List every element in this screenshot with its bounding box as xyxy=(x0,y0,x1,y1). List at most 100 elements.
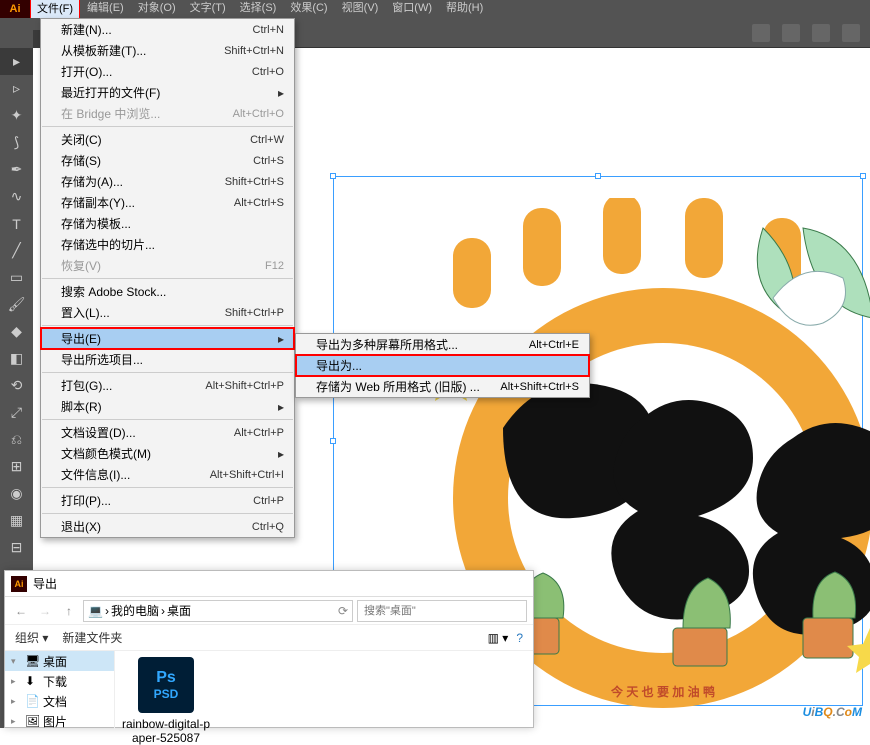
free-transform-tool[interactable]: ⊞ xyxy=(0,453,33,480)
menu-item[interactable]: 存储为(A)...Shift+Ctrl+S xyxy=(41,171,294,192)
psd-file-icon: Ps PSD xyxy=(138,657,194,713)
selection-handle[interactable] xyxy=(595,173,601,179)
tree-item[interactable]: ▸⬇下载 xyxy=(5,671,114,691)
menu-item[interactable]: 存储为模板... xyxy=(41,213,294,234)
menu-item[interactable]: 打开(O)...Ctrl+O xyxy=(41,61,294,82)
menubar-item[interactable]: 文字(T) xyxy=(183,0,233,19)
organize-button[interactable]: 组织 ▾ xyxy=(15,629,48,646)
rectangle-tool[interactable]: ▭ xyxy=(0,264,33,291)
selection-tool[interactable]: ▸ xyxy=(0,48,33,75)
menu-item[interactable]: 最近打开的文件(F)▸ xyxy=(41,82,294,103)
rotate-tool[interactable]: ⟲ xyxy=(0,372,33,399)
menu-item[interactable]: 文档颜色模式(M)▸ xyxy=(41,443,294,464)
path-current[interactable]: 桌面 xyxy=(167,602,191,619)
dialog-search-input[interactable] xyxy=(357,600,527,622)
refresh-icon[interactable]: ⟳ xyxy=(338,604,348,618)
selection-handle[interactable] xyxy=(330,438,336,444)
menu-separator xyxy=(42,126,293,127)
shaper-tool[interactable]: ◆ xyxy=(0,318,33,345)
menu-item[interactable]: 存储副本(Y)...Alt+Ctrl+S xyxy=(41,192,294,213)
computer-icon: 💻 xyxy=(88,604,103,618)
artwork-bottom-text: 今 天 也 要 加 油 鸭 xyxy=(610,684,715,699)
menu-item[interactable]: 打包(G)...Alt+Shift+Ctrl+P xyxy=(41,375,294,396)
menu-item[interactable]: 搜索 Adobe Stock... xyxy=(41,281,294,302)
search-icon[interactable] xyxy=(842,24,860,42)
address-bar[interactable]: 💻 › 我的电脑 › 桌面 ⟳ xyxy=(83,600,353,622)
new-folder-button[interactable]: 新建文件夹 xyxy=(62,629,122,646)
type-tool[interactable]: T xyxy=(0,210,33,237)
help-icon[interactable]: ? xyxy=(516,631,523,645)
menu-item[interactable]: 文件信息(I)...Alt+Shift+Ctrl+I xyxy=(41,464,294,485)
tree-item[interactable]: ▸🖼图片 xyxy=(5,711,114,729)
menu-item-label: 导出(E) xyxy=(61,330,101,347)
mesh-tool[interactable]: ⊟ xyxy=(0,534,33,561)
menu-item[interactable]: 导出(E)▸ xyxy=(41,328,294,349)
tree-expand-icon[interactable]: ▾ xyxy=(11,656,21,667)
line-tool[interactable]: ╱ xyxy=(0,237,33,264)
menu-item[interactable]: 退出(X)Ctrl+Q xyxy=(41,516,294,537)
menu-separator xyxy=(42,278,293,279)
submenu-item[interactable]: 存储为 Web 所用格式 (旧版) ...Alt+Shift+Ctrl+S xyxy=(296,376,589,397)
direct-selection-tool[interactable]: ▹ xyxy=(0,75,33,102)
bridge-icon[interactable] xyxy=(752,24,770,42)
export-submenu: 导出为多种屏幕所用格式...Alt+Ctrl+E导出为...存储为 Web 所用… xyxy=(295,333,590,398)
selection-handle[interactable] xyxy=(860,173,866,179)
menubar-item[interactable]: 对象(O) xyxy=(131,0,183,19)
dialog-titlebar: Ai 导出 xyxy=(5,571,533,597)
menu-item[interactable]: 关闭(C)Ctrl+W xyxy=(41,129,294,150)
menu-shortcut: Shift+Ctrl+P xyxy=(225,307,284,319)
submenu-arrow-icon: ▸ xyxy=(278,447,284,461)
stock-icon[interactable] xyxy=(782,24,800,42)
tree-item[interactable]: ▾🖥桌面 xyxy=(5,651,114,671)
menubar-item[interactable]: 选择(S) xyxy=(233,0,284,19)
menu-shortcut: F12 xyxy=(265,260,284,272)
menubar-item[interactable]: 帮助(H) xyxy=(439,0,490,19)
menubar-item[interactable]: 效果(C) xyxy=(283,0,334,19)
menu-item[interactable]: 置入(L)...Shift+Ctrl+P xyxy=(41,302,294,323)
lasso-tool[interactable]: ⟆ xyxy=(0,129,33,156)
menu-item[interactable]: 存储选中的切片... xyxy=(41,234,294,255)
scale-tool[interactable]: ⤢ xyxy=(0,399,33,426)
file-pane[interactable]: Ps PSD rainbow-digital-paper-525087 xyxy=(115,651,533,729)
tree-item[interactable]: ▸📄文档 xyxy=(5,691,114,711)
submenu-item-label: 存储为 Web 所用格式 (旧版) ... xyxy=(316,378,480,395)
tree-expand-icon[interactable]: ▸ xyxy=(11,716,21,727)
menu-shortcut: Shift+Ctrl+N xyxy=(224,45,284,57)
menubar-item[interactable]: 窗口(W) xyxy=(385,0,439,19)
path-root[interactable]: 我的电脑 xyxy=(111,602,159,619)
menu-item[interactable]: 从模板新建(T)...Shift+Ctrl+N xyxy=(41,40,294,61)
nav-forward-button[interactable]: → xyxy=(35,601,55,621)
magic-wand-tool[interactable]: ✦ xyxy=(0,102,33,129)
menu-item-label: 脚本(R) xyxy=(61,398,102,415)
menu-item[interactable]: 导出所选项目... xyxy=(41,349,294,370)
submenu-arrow-icon: ▸ xyxy=(278,400,284,414)
menu-item[interactable]: 脚本(R) ▸ xyxy=(41,396,294,417)
path-sep-icon: › xyxy=(161,604,165,618)
view-options-button[interactable]: ▥ ▾ xyxy=(488,631,509,645)
menu-item[interactable]: 打印(P)...Ctrl+P xyxy=(41,490,294,511)
tree-expand-icon[interactable]: ▸ xyxy=(11,696,21,707)
menubar-item[interactable]: 编辑(E) xyxy=(80,0,131,19)
menu-item[interactable]: 存储(S)Ctrl+S xyxy=(41,150,294,171)
file-item[interactable]: Ps PSD rainbow-digital-paper-525087 xyxy=(121,657,211,723)
menu-item-label: 在 Bridge 中浏览... xyxy=(61,105,160,122)
menubar-item[interactable]: 视图(V) xyxy=(335,0,386,19)
curvature-tool[interactable]: ∿ xyxy=(0,183,33,210)
arrange-icon[interactable] xyxy=(812,24,830,42)
nav-up-button[interactable]: ↑ xyxy=(59,601,79,621)
submenu-item[interactable]: 导出为多种屏幕所用格式...Alt+Ctrl+E xyxy=(296,334,589,355)
nav-back-button[interactable]: ← xyxy=(11,601,31,621)
paintbrush-tool[interactable]: 🖌 xyxy=(0,291,33,318)
perspective-grid-tool[interactable]: ▦ xyxy=(0,507,33,534)
shape-builder-tool[interactable]: ◉ xyxy=(0,480,33,507)
selection-handle[interactable] xyxy=(330,173,336,179)
eraser-tool[interactable]: ◧ xyxy=(0,345,33,372)
width-tool[interactable]: ⎌ xyxy=(0,426,33,453)
pen-tool[interactable]: ✒ xyxy=(0,156,33,183)
menubar-item[interactable]: 文件(F) xyxy=(30,0,80,19)
submenu-item[interactable]: 导出为... xyxy=(296,355,589,376)
menu-item[interactable]: 文档设置(D)...Alt+Ctrl+P xyxy=(41,422,294,443)
tree-expand-icon[interactable]: ▸ xyxy=(11,676,21,687)
pic-icon: 🖼 xyxy=(25,714,39,728)
menu-item[interactable]: 新建(N)...Ctrl+N xyxy=(41,19,294,40)
